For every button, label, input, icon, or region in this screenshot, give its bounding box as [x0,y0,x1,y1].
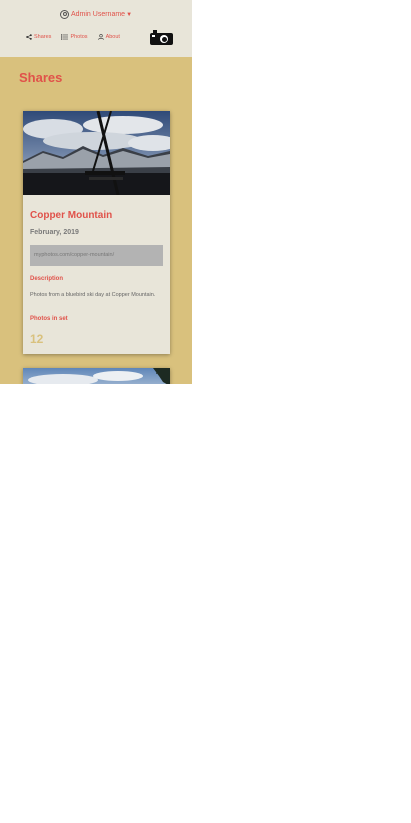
user-icon [97,34,104,40]
top-header: Admin Username▼ Shares Photos About [0,0,192,57]
nav-label-photos: Photos [70,34,88,40]
photo-count: 12 [30,332,44,346]
share-icon [26,34,32,40]
description-label: Description [30,276,64,282]
card-date: February, 2019 [30,229,79,236]
nav-item-photos[interactable]: Photos [61,34,88,40]
photos-in-set-label: Photos in set [30,316,68,322]
user-circle-icon [59,9,69,19]
share-card-next[interactable] [23,368,170,384]
share-card[interactable]: Copper Mountain February, 2019 myphotos.… [23,111,170,354]
page-title: Shares [19,70,63,85]
card-description: Photos from a bluebird ski day at Copper… [30,292,156,298]
chevron-down-icon: ▼ [126,12,133,18]
nav-label-shares: Shares [34,34,52,40]
camera-icon[interactable] [150,30,173,45]
share-url-field[interactable]: myphotos.com/copper-mountain/ [30,245,163,266]
card-title[interactable]: Copper Mountain [30,210,112,221]
main-nav: Shares Photos About [26,34,120,40]
list-icon [61,34,69,40]
card-photo-next [23,368,170,384]
nav-label-about: About [105,34,120,40]
user-menu[interactable]: Admin Username▼ [0,9,192,21]
app-viewport: Admin Username▼ Shares Photos About Shar… [0,0,192,384]
card-photo [23,111,170,195]
nav-item-shares[interactable]: Shares [26,34,51,40]
user-name-label: Admin Username [70,11,126,18]
nav-item-about[interactable]: About [97,34,120,40]
